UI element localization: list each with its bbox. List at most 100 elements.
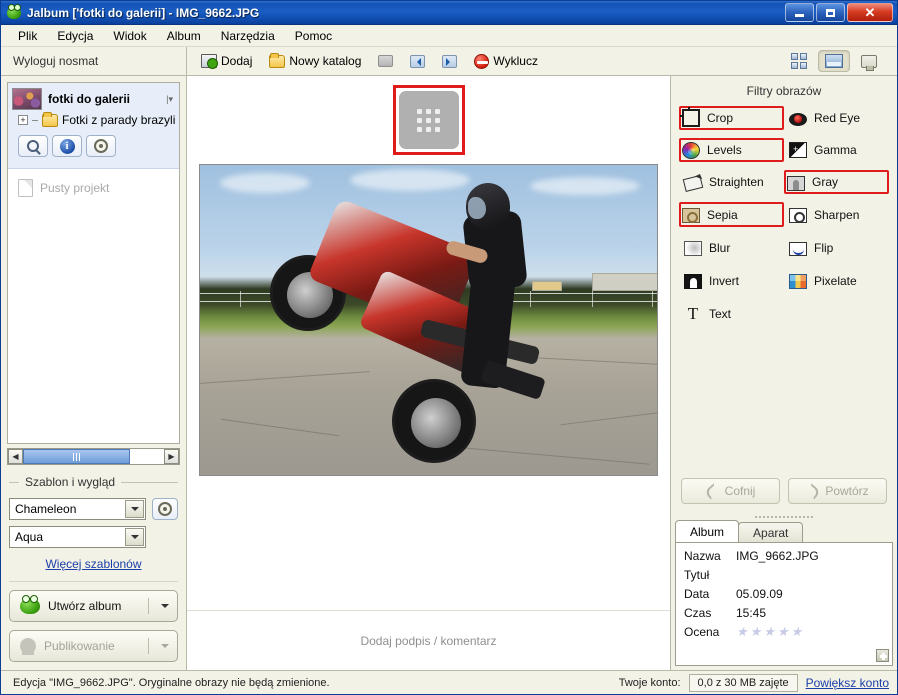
gear-icon xyxy=(158,502,172,516)
filter-pixelate[interactable]: Pixelate xyxy=(786,270,887,291)
metadata-value[interactable]: 05.09.09 xyxy=(736,587,783,602)
search-button[interactable] xyxy=(18,135,48,157)
publish-button[interactable]: Publikowanie xyxy=(9,630,178,662)
chevron-down-icon[interactable] xyxy=(157,601,173,612)
frog-icon xyxy=(20,595,40,614)
undo-redo-row: Cofnij Powtórz xyxy=(671,468,897,514)
scroll-left-arrow[interactable]: ◀ xyxy=(8,449,23,464)
skin-select[interactable]: Chameleon xyxy=(9,498,146,520)
metadata-key: Data xyxy=(684,587,710,601)
filter-label: Levels xyxy=(707,143,742,157)
minimize-button[interactable] xyxy=(785,3,814,22)
filter-blur[interactable]: Blur xyxy=(681,237,782,258)
project-card[interactable]: fotki do galerii |▾ + Fotki z parady bra… xyxy=(8,83,179,169)
menu-edycja[interactable]: Edycja xyxy=(48,26,102,46)
filter-sepia[interactable]: Sepia xyxy=(679,202,784,227)
gray-folder-button[interactable] xyxy=(374,53,397,69)
highlight-box-grid-tile xyxy=(392,85,465,155)
empty-project-row[interactable]: Pusty projekt xyxy=(8,169,179,207)
menu-pomoc[interactable]: Pomoc xyxy=(286,26,341,46)
rating-stars[interactable]: ★ ★ ★ ★ ★ xyxy=(736,625,802,640)
expand-icon[interactable]: + xyxy=(18,115,28,125)
skin-settings-button[interactable] xyxy=(152,498,178,520)
upgrade-account-link[interactable]: Powiększ konto xyxy=(806,676,889,690)
menu-album[interactable]: Album xyxy=(158,26,210,46)
project-thumbnail xyxy=(12,88,42,110)
account-label: Twoje konto: xyxy=(618,676,681,689)
info-button[interactable]: i xyxy=(52,135,82,157)
photo-motorcycle-wheelie[interactable] xyxy=(199,164,658,476)
menu-narzedzia[interactable]: Narzędzia xyxy=(212,26,284,46)
filter-red-eye[interactable]: Red Eye xyxy=(786,108,887,128)
redo-button[interactable]: Powtórz xyxy=(788,478,887,504)
view-grid-button[interactable] xyxy=(783,50,815,72)
scroll-right-arrow[interactable]: ▶ xyxy=(164,449,179,464)
more-templates-link[interactable]: Więcej szablonów xyxy=(45,557,141,571)
filter-label: Gray xyxy=(812,175,839,189)
scroll-thumb[interactable] xyxy=(23,449,131,464)
exclude-button[interactable]: Wyklucz xyxy=(470,52,542,71)
filter-flip[interactable]: Flip xyxy=(786,237,887,258)
new-folder-button[interactable]: Nowy katalog xyxy=(265,52,365,70)
gear-icon xyxy=(94,139,108,153)
single-image-icon xyxy=(825,54,843,68)
metadata-row-title: Tytuł xyxy=(676,566,892,585)
maximize-button[interactable] xyxy=(816,3,845,22)
caption-placeholder[interactable]: Dodaj podpis / komentarz xyxy=(360,634,496,648)
divider xyxy=(9,581,178,582)
filter-invert[interactable]: Invert xyxy=(681,270,782,291)
metadata-value[interactable]: IMG_9662.JPG xyxy=(736,549,819,564)
filter-sharpen[interactable]: Sharpen xyxy=(786,204,887,225)
tree-horizontal-scrollbar[interactable]: ◀ ▶ xyxy=(7,448,180,465)
scroll-track[interactable] xyxy=(23,449,164,464)
filter-label: Sepia xyxy=(707,207,738,222)
add-label: Dodaj xyxy=(221,54,253,68)
menu-plik[interactable]: Plik xyxy=(9,26,46,46)
publish-label: Publikowanie xyxy=(44,639,115,653)
make-album-button[interactable]: Utwórz album xyxy=(9,590,178,622)
account-status[interactable]: Wyloguj nosmat xyxy=(1,47,187,75)
caption-area[interactable]: Dodaj podpis / komentarz xyxy=(187,610,670,670)
forward-button[interactable] xyxy=(438,53,461,70)
grid-thumbnail-tile[interactable] xyxy=(398,91,459,149)
metadata-tabs: Album Aparat xyxy=(675,520,893,542)
red-eye-icon xyxy=(789,113,807,126)
filter-label: Gamma xyxy=(814,143,857,157)
metadata-value[interactable]: 15:45 xyxy=(736,606,766,621)
metadata-row-date: Data 05.09.09 xyxy=(676,585,892,604)
back-button[interactable] xyxy=(406,53,429,70)
filter-gray[interactable]: Gray xyxy=(784,170,889,194)
sharpen-icon xyxy=(789,208,807,223)
quota-indicator: 0,0 z 30 MB zajęte xyxy=(688,673,798,692)
style-select[interactable]: Aqua xyxy=(9,526,146,548)
undo-button[interactable]: Cofnij xyxy=(681,478,780,504)
crop-icon xyxy=(680,107,700,127)
chevron-down-icon[interactable]: |▾ xyxy=(166,94,175,105)
filter-text[interactable]: T Text xyxy=(681,303,782,325)
settings-button[interactable] xyxy=(86,135,116,157)
flip-icon xyxy=(789,241,807,256)
tab-aparat[interactable]: Aparat xyxy=(738,522,804,542)
view-panel-button[interactable] xyxy=(853,50,885,72)
empty-project-label: Pusty projekt xyxy=(40,181,110,195)
view-single-button[interactable] xyxy=(818,50,850,72)
style-value: Aqua xyxy=(15,530,44,544)
metadata-panel: Album Aparat Nazwa IMG_9662.JPG Tytuł Da… xyxy=(675,520,893,666)
person-icon xyxy=(20,638,36,655)
menu-widok[interactable]: Widok xyxy=(104,26,155,46)
filter-straighten[interactable]: Straighten xyxy=(681,172,782,192)
filter-label: Invert xyxy=(709,273,740,288)
resize-grip-icon[interactable] xyxy=(876,649,889,662)
tree-item-folder[interactable]: + Fotki z parady brazylijski xyxy=(12,110,175,131)
project-header-row[interactable]: fotki do galerii |▾ xyxy=(12,88,175,110)
add-button[interactable]: Dodaj xyxy=(197,52,256,70)
tab-album[interactable]: Album xyxy=(675,520,740,542)
chevron-down-icon[interactable] xyxy=(125,500,144,518)
chevron-down-icon[interactable] xyxy=(125,528,144,546)
chevron-down-icon[interactable] xyxy=(157,641,173,652)
filter-gamma[interactable]: Gamma xyxy=(786,140,887,160)
close-button[interactable]: ✕ xyxy=(847,3,893,22)
filter-levels[interactable]: Levels xyxy=(679,138,784,162)
filter-crop[interactable]: Crop xyxy=(679,106,784,130)
filter-label: Blur xyxy=(709,240,731,255)
